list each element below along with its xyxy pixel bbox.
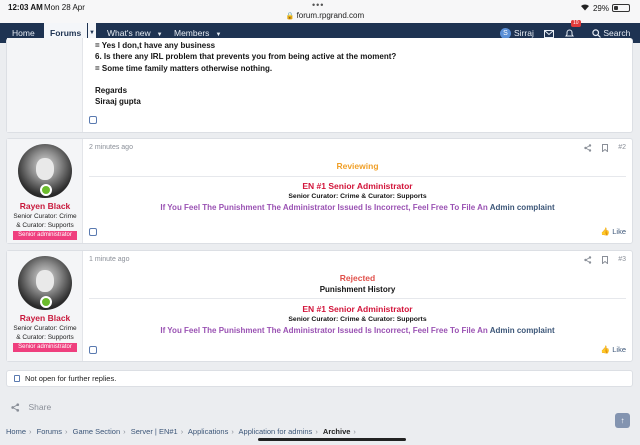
battery-percent: 29% <box>592 3 609 13</box>
admin-complaint-link[interactable]: Admin complaint <box>490 203 555 212</box>
select-checkbox[interactable] <box>89 116 97 124</box>
select-checkbox[interactable] <box>89 346 97 354</box>
status-right: 29% <box>580 3 630 13</box>
post-number[interactable]: #2 <box>618 144 626 154</box>
chevron-right-icon: › <box>315 427 318 436</box>
home-indicator[interactable] <box>258 438 406 441</box>
nav-members-label: Members <box>174 28 210 38</box>
post-body-line <box>95 74 396 85</box>
search-label: Search <box>603 28 631 38</box>
more-dots-icon[interactable]: ••• <box>312 0 324 10</box>
post-body-line: Siraaj gupta <box>95 97 141 107</box>
lock-icon <box>14 375 20 382</box>
post-subtitle: Punishment History <box>319 285 396 294</box>
user-title-line: & Curator: Supports <box>16 334 74 341</box>
account-name: Sirraj <box>514 28 534 38</box>
post-1: = Yes I don,t have any business 6. Is th… <box>6 38 633 133</box>
breadcrumb-item[interactable]: Server | EN#1 <box>131 427 178 436</box>
post-heading: EN #1 Senior Administrator <box>302 304 413 314</box>
post-user-panel <box>7 38 83 132</box>
share-icon[interactable] <box>584 144 592 154</box>
share-icon <box>11 402 23 412</box>
status-label: Rejected <box>339 273 376 283</box>
breadcrumb-item[interactable]: Forums <box>37 427 62 436</box>
breadcrumb-item[interactable]: Home <box>6 427 26 436</box>
online-status-icon <box>40 184 52 196</box>
notice-text: If You Feel The Punishment The Administr… <box>160 326 488 335</box>
post-body-line: = Yes I don,t have any business <box>95 41 216 50</box>
user-banner: Senior administrator <box>13 343 77 352</box>
like-button[interactable]: 👍 Like <box>601 227 626 236</box>
divider <box>89 176 626 177</box>
breadcrumb: Home › Forums › Game Section › Server | EN#… <box>6 427 359 436</box>
arrow-up-icon: ↑ <box>620 416 625 425</box>
share-icon[interactable] <box>584 256 592 266</box>
address-bar[interactable]: 🔒 forum.rpgrand.com <box>280 11 370 20</box>
wifi-icon <box>580 3 590 13</box>
online-status-icon <box>40 296 52 308</box>
alerts-badge: 10 <box>571 20 581 27</box>
chevron-right-icon: › <box>65 427 68 436</box>
notice-text: If You Feel The Punishment The Administr… <box>160 203 488 212</box>
post-body-line: = Some time family matters otherwise not… <box>95 63 273 73</box>
post-time[interactable]: 1 minute ago <box>89 256 129 263</box>
share-label: Share <box>28 402 52 412</box>
closed-notice-text: Not open for further replies. <box>25 374 117 383</box>
chevron-right-icon: › <box>353 427 356 436</box>
search-icon <box>592 28 603 39</box>
chevron-right-icon: › <box>180 427 184 436</box>
username[interactable]: Rayen Black <box>7 201 83 211</box>
bookmark-icon[interactable] <box>602 144 609 154</box>
username[interactable]: Rayen Black <box>7 313 83 323</box>
like-label: Like <box>612 345 626 354</box>
chevron-right-icon: › <box>29 427 32 436</box>
nav-whats-new-label: What's new <box>107 28 151 38</box>
post-subheading: Senior Curator: Crime & Curator: Support… <box>288 193 427 200</box>
chevron-right-icon: › <box>123 427 126 436</box>
divider <box>89 298 626 299</box>
post-subheading: Senior Curator: Crime & Curator: Support… <box>288 316 427 323</box>
post-3: Rayen Black Senior Curator: Crime & Cura… <box>6 250 633 362</box>
scroll-top-button[interactable]: ↑ <box>615 413 630 428</box>
like-button[interactable]: 👍 Like <box>601 345 626 354</box>
thumbs-up-icon: 👍 <box>600 345 611 354</box>
lock-icon: 🔒 <box>285 13 295 20</box>
battery-icon <box>612 4 630 12</box>
select-checkbox[interactable] <box>89 228 97 236</box>
status-time: 12:03 AM <box>8 3 43 12</box>
post-body-line: Regards <box>95 85 128 95</box>
status-date: Mon 28 Apr <box>44 3 85 12</box>
post-notice: If You Feel The Punishment The Administr… <box>89 326 626 335</box>
admin-complaint-link[interactable]: Admin complaint <box>490 326 555 335</box>
post-heading: EN #1 Senior Administrator <box>302 181 413 191</box>
url-text: forum.rpgrand.com <box>296 11 365 20</box>
bookmark-icon[interactable] <box>602 256 609 266</box>
user-title-line: Senior Curator: Crime <box>13 213 77 220</box>
post-user-panel: Rayen Black Senior Curator: Crime & Cura… <box>7 251 83 361</box>
breadcrumb-current[interactable]: Archive <box>323 427 351 436</box>
status-label: Reviewing <box>336 161 379 171</box>
post-time[interactable]: 2 minutes ago <box>89 144 133 151</box>
post-notice: If You Feel The Punishment The Administr… <box>89 203 626 212</box>
user-title-line: & Curator: Supports <box>16 222 74 229</box>
post-tools: #2 <box>584 144 626 154</box>
post-tools: #3 <box>584 256 626 266</box>
breadcrumb-item[interactable]: Application for admins <box>239 427 313 436</box>
post-user-panel: Rayen Black Senior Curator: Crime & Cura… <box>7 139 83 243</box>
post-body-line: 6. Is there any IRL problem that prevent… <box>95 52 397 62</box>
breadcrumb-item[interactable]: Game Section <box>73 427 121 436</box>
nav-forums-label: Forums <box>50 28 82 38</box>
user-title-line: Senior Curator: Crime <box>13 325 77 332</box>
share-button[interactable]: Share <box>11 402 51 412</box>
chevron-right-icon: › <box>231 427 234 436</box>
status-bar: 12:03 AM Mon 28 Apr ••• 🔒 forum.rpgrand.c… <box>0 0 640 23</box>
thumbs-up-icon: 👍 <box>600 227 611 236</box>
like-label: Like <box>612 227 626 236</box>
thread-closed-notice: Not open for further replies. <box>6 370 633 387</box>
user-banner: Senior administrator <box>13 231 77 240</box>
breadcrumb-item[interactable]: Applications <box>188 427 228 436</box>
post-body: = Yes I don,t have any business 6. Is th… <box>95 40 396 107</box>
post-number[interactable]: #3 <box>618 256 626 266</box>
post-2: Rayen Black Senior Curator: Crime & Cura… <box>6 138 633 244</box>
